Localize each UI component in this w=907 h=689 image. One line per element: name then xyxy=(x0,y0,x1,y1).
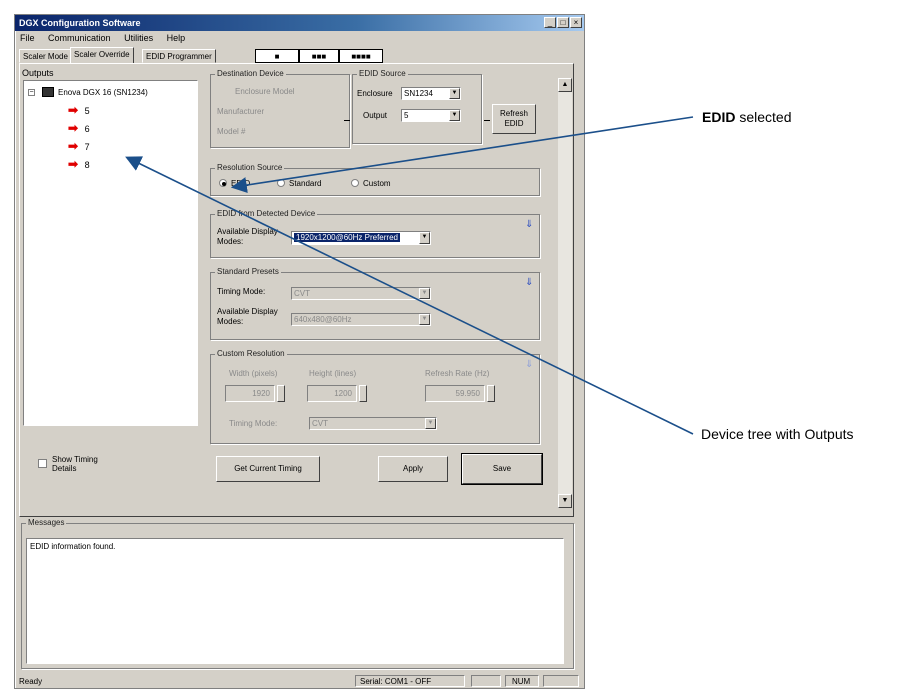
edid-callout-label: EDID selected xyxy=(702,109,792,125)
tree-callout-label: Device tree with Outputs xyxy=(701,426,854,442)
edid-callout-line xyxy=(230,116,694,193)
callout-lines xyxy=(125,116,694,435)
tree-callout-line xyxy=(125,156,694,435)
